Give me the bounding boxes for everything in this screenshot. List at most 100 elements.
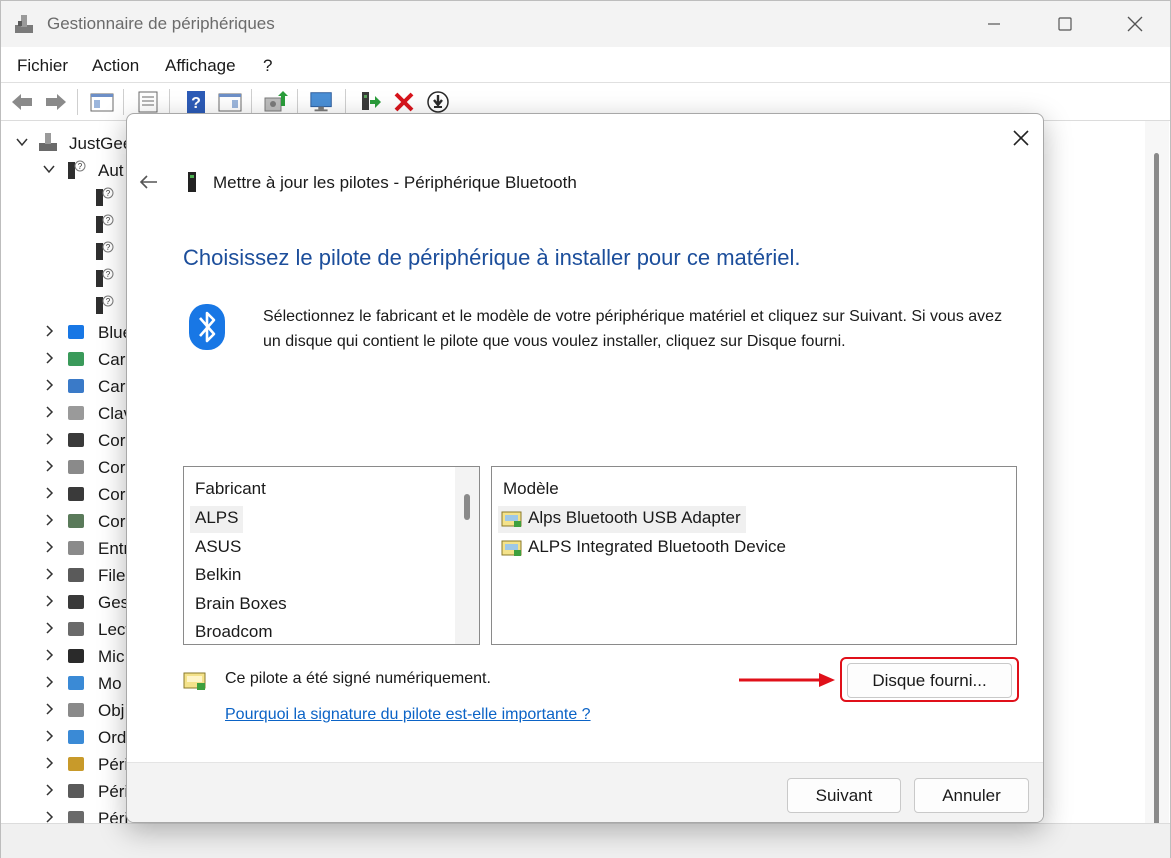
- dialog-close-button[interactable]: [1007, 124, 1035, 152]
- unknown-device-icon: ?: [96, 241, 114, 260]
- action-pane-button[interactable]: [217, 89, 243, 115]
- unknown-device-icon: ?: [68, 160, 86, 179]
- forward-button[interactable]: [43, 89, 69, 115]
- tree-category-label: Cor: [98, 431, 126, 450]
- tree-category-label: Cor: [98, 512, 126, 531]
- scrollbar-thumb[interactable]: [464, 494, 470, 520]
- device-category-icon: [68, 703, 84, 717]
- chevron-down-icon: [16, 138, 28, 147]
- minimize-button[interactable]: [959, 1, 1029, 47]
- enable-device-icon: [362, 92, 381, 110]
- update-driver-toolbar-button[interactable]: [263, 89, 289, 115]
- back-arrow-icon[interactable]: [137, 170, 161, 194]
- minimize-icon: [988, 23, 1000, 25]
- unknown-device-icon: ?: [96, 268, 114, 287]
- device-category-icon: [68, 730, 84, 744]
- tree-category-label: Obj: [98, 701, 125, 720]
- device-category-icon: [68, 487, 84, 501]
- window-title: Gestionnaire de périphériques: [47, 14, 275, 33]
- device-category-icon: [68, 649, 84, 663]
- device-category-icon: [68, 433, 84, 447]
- back-arrow-icon: [12, 94, 32, 110]
- device-category-icon: [68, 784, 84, 798]
- update-driver-icon: [264, 91, 288, 112]
- menu-action[interactable]: Action: [92, 56, 139, 76]
- back-button[interactable]: [9, 89, 35, 115]
- console-tree-icon: [90, 93, 114, 112]
- forward-arrow-icon: [46, 94, 66, 110]
- chevron-down-icon: [43, 165, 55, 174]
- device-category-icon: [68, 406, 84, 420]
- chevron-right-icon: [46, 730, 54, 742]
- svg-text:?: ?: [106, 216, 111, 225]
- manufacturer-item[interactable]: Brain Boxes: [190, 592, 292, 619]
- device-category-icon: [68, 568, 84, 582]
- chevron-right-icon: [46, 406, 54, 418]
- tree-category-label: Mic: [98, 647, 125, 666]
- signature-info-link[interactable]: Pourquoi la signature du pilote est-elle…: [225, 706, 591, 724]
- cancel-button[interactable]: Annuler: [914, 778, 1029, 813]
- device-manager-icon: [15, 15, 33, 33]
- chevron-right-icon: [46, 487, 54, 499]
- menu-fichier[interactable]: Fichier: [17, 56, 68, 76]
- tree-category-label: Aut: [98, 161, 124, 180]
- chevron-right-icon: [46, 703, 54, 715]
- menu-help[interactable]: ?: [263, 56, 272, 76]
- device-category-icon: [68, 757, 84, 771]
- dialog-header: Mettre à jour les pilotes - Périphérique…: [213, 173, 577, 192]
- help-button[interactable]: ?: [183, 89, 209, 115]
- action-pane-icon: [218, 93, 242, 112]
- device-manager-window: Gestionnaire de périphériques Fichier Ac…: [0, 0, 1171, 858]
- device-category-icon: [68, 325, 84, 339]
- maximize-icon: [1058, 17, 1072, 31]
- model-item[interactable]: Alps Bluetooth USB Adapter: [498, 506, 746, 533]
- svg-text:?: ?: [106, 189, 111, 198]
- device-category-icon: [68, 595, 84, 609]
- show-hide-console-tree-button[interactable]: [89, 89, 115, 115]
- svg-text:?: ?: [191, 95, 201, 112]
- chevron-right-icon: [46, 325, 54, 337]
- model-header: Modèle: [503, 479, 559, 498]
- scrollbar-thumb[interactable]: [1154, 153, 1159, 827]
- bluetooth-icon: [189, 304, 225, 350]
- dialog-heading: Choisissez le pilote de périphérique à i…: [183, 245, 801, 270]
- chevron-right-icon: [46, 649, 54, 661]
- manufacturer-list[interactable]: Fabricant ALPS ASUS Belkin Brain Boxes B…: [183, 466, 480, 645]
- close-window-button[interactable]: [1100, 1, 1170, 47]
- manufacturer-header: Fabricant: [195, 479, 266, 498]
- manufacturer-item[interactable]: ASUS: [190, 535, 246, 562]
- svg-text:?: ?: [78, 162, 83, 171]
- menu-bar: Fichier Action Affichage ?: [1, 47, 1170, 83]
- monitor-scan-icon: [310, 92, 332, 112]
- toolbar-separator: [345, 89, 346, 115]
- enable-device-button[interactable]: [357, 89, 383, 115]
- chevron-right-icon: [46, 379, 54, 391]
- chevron-right-icon: [46, 757, 54, 769]
- tree-category-label: Ges: [98, 593, 130, 612]
- manufacturer-item[interactable]: Belkin: [190, 563, 246, 590]
- disable-device-button[interactable]: [425, 89, 451, 115]
- properties-button[interactable]: [135, 89, 161, 115]
- manufacturer-item[interactable]: ALPS: [190, 506, 244, 533]
- model-item-label: Alps Bluetooth USB Adapter: [528, 508, 741, 527]
- signed-driver-icon: [501, 511, 522, 527]
- help-icon: ?: [187, 91, 205, 113]
- manufacturer-item[interactable]: Broadcom: [190, 620, 277, 647]
- tree-scrollbar[interactable]: [1145, 121, 1169, 827]
- manufacturer-scrollbar[interactable]: [455, 467, 479, 644]
- model-list[interactable]: Modèle Alps Bluetooth USB Adapter ALPS I…: [491, 466, 1017, 645]
- menu-affichage[interactable]: Affichage: [165, 56, 236, 76]
- model-item[interactable]: ALPS Integrated Bluetooth Device: [498, 535, 791, 562]
- chevron-right-icon: [46, 622, 54, 634]
- scan-hardware-button[interactable]: [309, 89, 335, 115]
- signed-status-text: Ce pilote a été signé numériquement.: [225, 670, 491, 687]
- uninstall-device-button[interactable]: [391, 89, 417, 115]
- device-category-icon: [68, 541, 84, 555]
- model-item-label: ALPS Integrated Bluetooth Device: [528, 537, 786, 556]
- next-button[interactable]: Suivant: [787, 778, 901, 813]
- maximize-button[interactable]: [1030, 1, 1100, 47]
- device-category-icon: [68, 676, 84, 690]
- chevron-right-icon: [46, 568, 54, 580]
- update-driver-dialog: Mettre à jour les pilotes - Périphérique…: [126, 113, 1044, 823]
- svg-text:?: ?: [106, 270, 111, 279]
